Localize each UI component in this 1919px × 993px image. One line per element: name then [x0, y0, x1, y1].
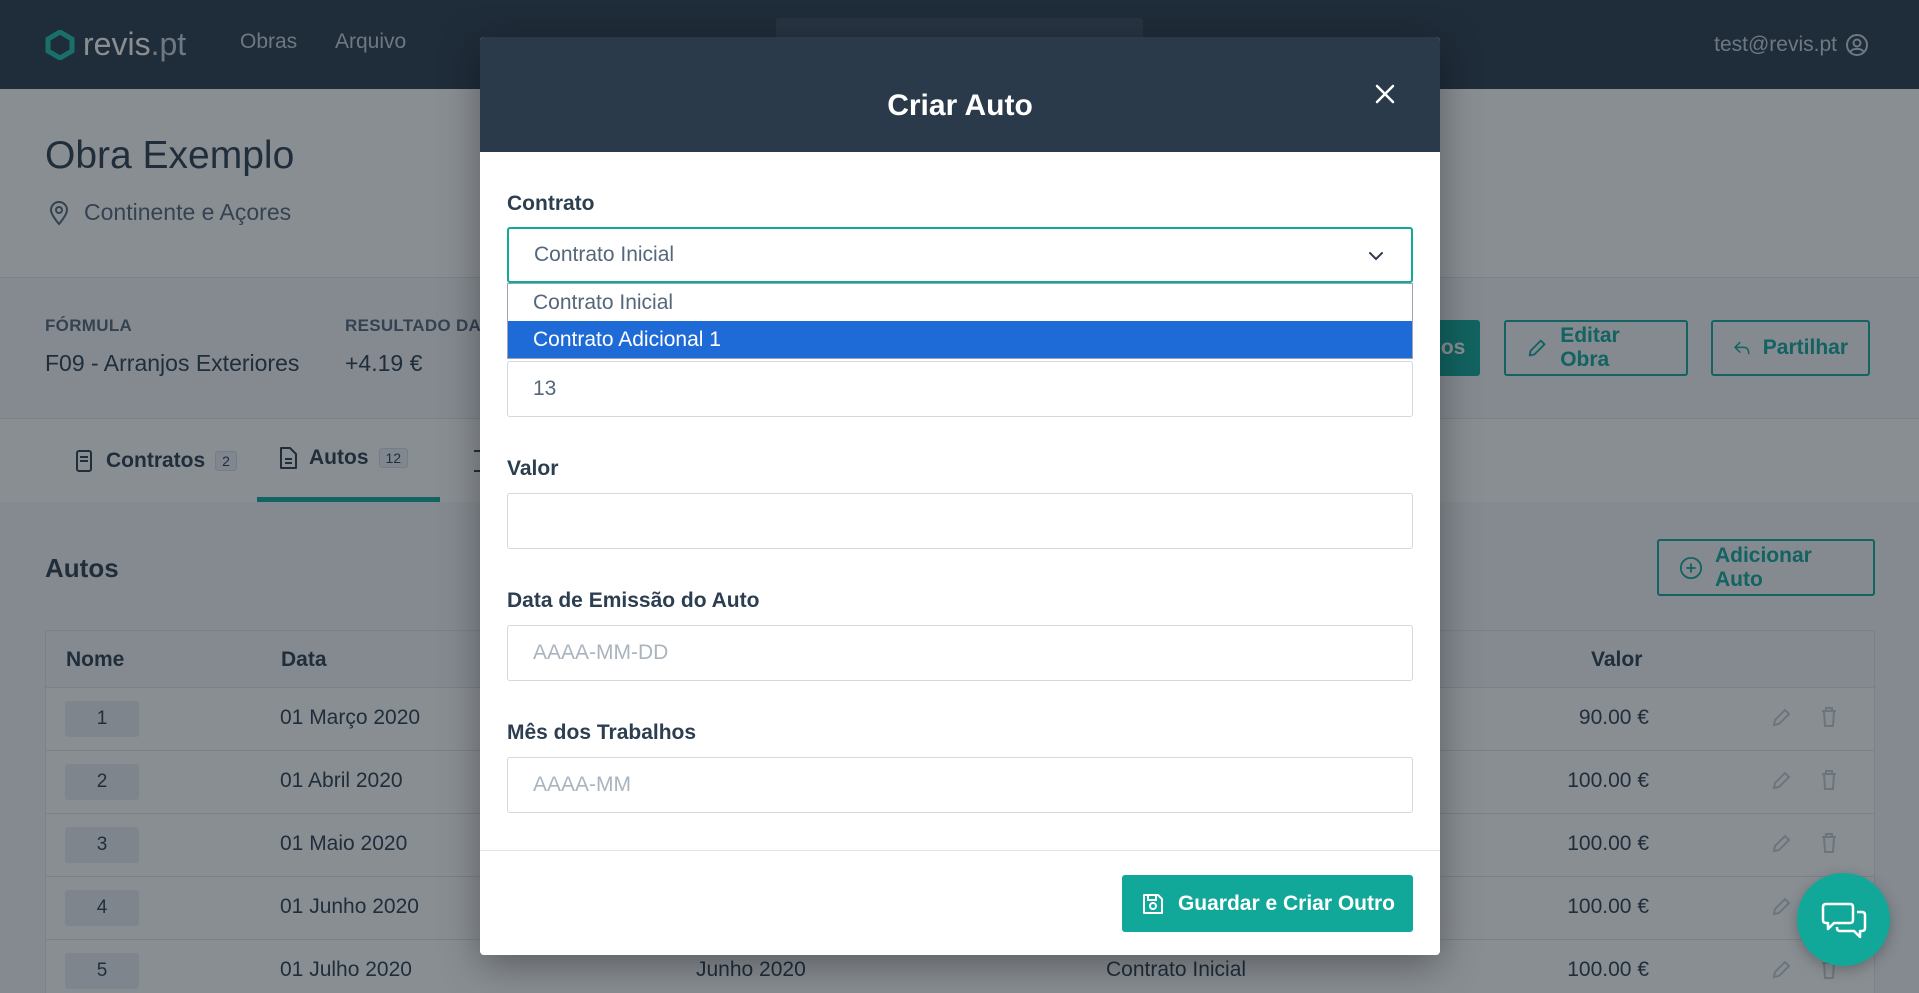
contrato-dropdown: Contrato Inicial Contrato Adicional 1: [507, 283, 1413, 359]
dropdown-option-contrato-adicional-1[interactable]: Contrato Adicional 1: [508, 321, 1412, 358]
modal-title: Criar Auto: [887, 88, 1033, 122]
contrato-select-value: Contrato Inicial: [534, 243, 675, 266]
close-icon[interactable]: [1370, 79, 1400, 109]
data-emissao-placeholder: AAAA-MM-DD: [533, 641, 669, 664]
data-emissao-input[interactable]: AAAA-MM-DD: [507, 625, 1413, 681]
numero-input[interactable]: 13: [507, 361, 1413, 417]
numero-value: 13: [533, 377, 557, 400]
save-and-create-another-button[interactable]: Guardar e Criar Outro: [1121, 875, 1413, 932]
dropdown-option-contrato-inicial[interactable]: Contrato Inicial: [508, 284, 1412, 321]
mes-trabalhos-placeholder: AAAA-MM: [533, 773, 632, 796]
mes-trabalhos-input[interactable]: AAAA-MM: [507, 757, 1413, 813]
contrato-select[interactable]: Contrato Inicial: [507, 227, 1413, 283]
save-and-create-another-label: Guardar e Criar Outro: [1177, 891, 1395, 915]
valor-input[interactable]: [507, 493, 1413, 549]
save-floppy-icon: [1142, 893, 1163, 914]
mes-trabalhos-label: Mês dos Trabalhos: [507, 721, 697, 744]
data-emissao-label: Data de Emissão do Auto: [507, 589, 760, 612]
valor-label: Valor: [507, 457, 559, 480]
chat-widget-button[interactable]: [1797, 873, 1890, 966]
contrato-label: Contrato: [507, 192, 595, 215]
chat-bubbles-icon: [1821, 902, 1866, 938]
criar-auto-modal: Criar Auto Contrato Contrato Inicial 13 …: [480, 37, 1440, 955]
modal-footer: Guardar e Criar Outro: [480, 850, 1440, 955]
modal-header: Criar Auto: [480, 37, 1440, 152]
chevron-down-icon: [1369, 252, 1383, 260]
